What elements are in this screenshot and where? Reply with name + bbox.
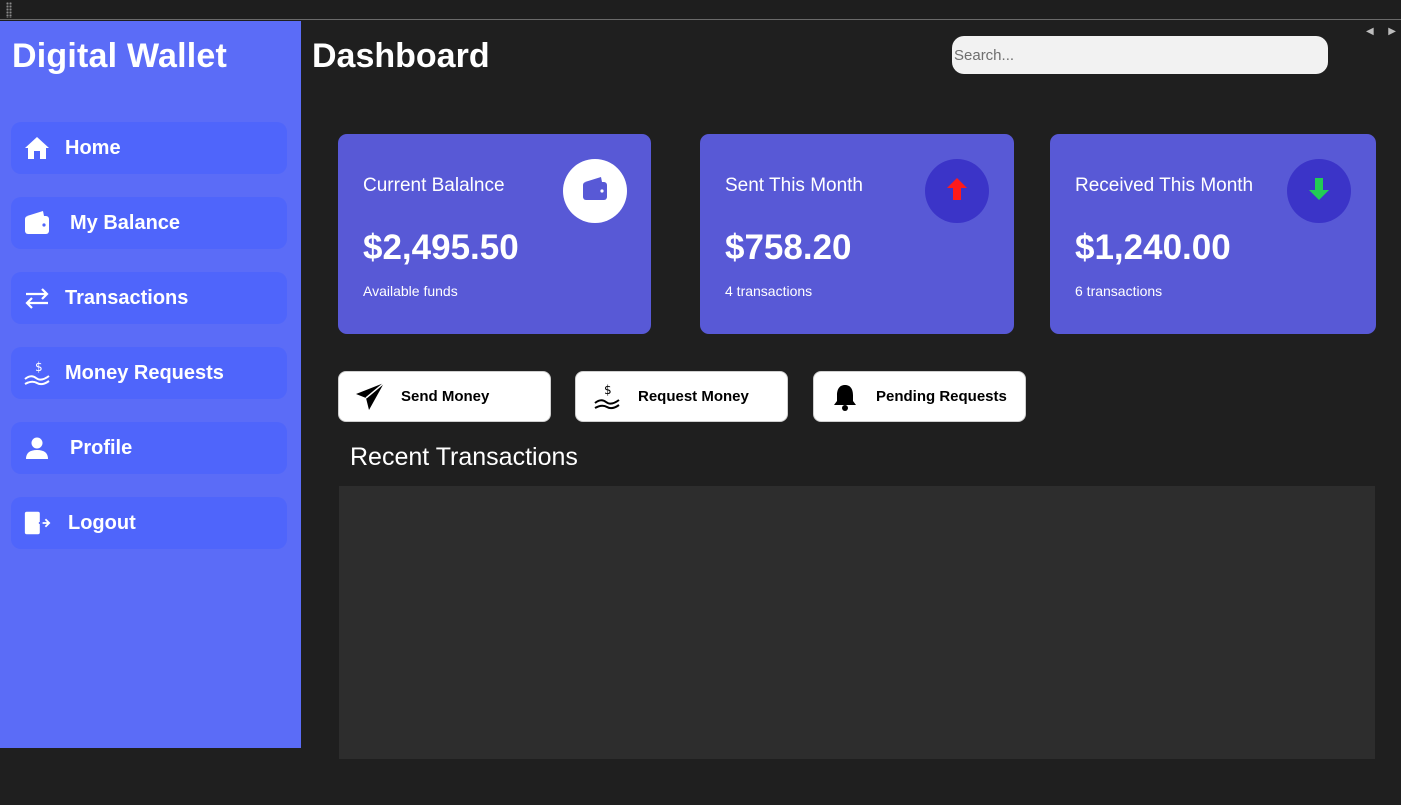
card-value: $758.20: [725, 228, 852, 267]
home-icon: [23, 134, 51, 162]
button-label: Request Money: [638, 388, 749, 405]
sidebar-item-logout[interactable]: Logout: [11, 497, 287, 549]
drag-grip-icon[interactable]: [6, 2, 12, 18]
sidebar-item-label: Logout: [68, 511, 136, 534]
search-input[interactable]: [952, 36, 1328, 74]
recent-transactions-list: [339, 486, 1375, 759]
card-value: $2,495.50: [363, 228, 519, 267]
wallet-icon: [581, 176, 609, 207]
arrow-down-icon: [1308, 176, 1330, 207]
card-label: Received This Month: [1075, 175, 1254, 196]
page-title: Dashboard: [312, 37, 490, 75]
sidebar-item-money-requests[interactable]: $ Money Requests: [11, 347, 287, 399]
sidebar-item-label: Money Requests: [65, 361, 224, 384]
pending-requests-button[interactable]: Pending Requests: [813, 371, 1026, 422]
tab-scroll-arrows: ◀ ▶: [1366, 26, 1396, 38]
send-money-button[interactable]: Send Money: [338, 371, 551, 422]
window-top-strip: [0, 0, 1401, 20]
paper-plane-icon: [353, 380, 387, 414]
card-subtitle: 4 transactions: [725, 283, 813, 299]
chevron-right-icon[interactable]: ▶: [1388, 26, 1396, 38]
sidebar-item-label: Profile: [70, 436, 133, 459]
sent-card: Sent This Month $758.20 4 transactions: [700, 134, 1014, 334]
card-label: Current Balalnce: [363, 175, 505, 196]
button-label: Send Money: [401, 388, 490, 405]
transfer-arrows-icon: [23, 284, 51, 312]
card-badge: [563, 159, 627, 223]
balance-card: Current Balalnce $2,495.50 Available fun…: [338, 134, 651, 334]
card-subtitle: Available funds: [363, 283, 458, 299]
sidebar-item-transactions[interactable]: Transactions: [11, 272, 287, 324]
chevron-left-icon[interactable]: ◀: [1366, 26, 1374, 38]
received-card: Received This Month $1,240.00 6 transact…: [1050, 134, 1376, 334]
card-label: Sent This Month: [725, 175, 864, 196]
card-badge: [925, 159, 989, 223]
request-money-button[interactable]: $ Request Money: [575, 371, 788, 422]
bell-icon: [828, 380, 862, 414]
sidebar-item-profile[interactable]: Profile: [11, 422, 287, 474]
svg-text:$: $: [604, 383, 612, 397]
button-label: Pending Requests: [876, 388, 1007, 405]
sidebar-item-home[interactable]: Home: [11, 122, 287, 174]
arrow-up-icon: [946, 176, 968, 207]
sidebar: Digital Wallet Home My Balance Transacti…: [0, 21, 301, 748]
card-value: $1,240.00: [1075, 228, 1231, 267]
sidebar-item-label: Transactions: [65, 286, 189, 309]
app-title: Digital Wallet: [12, 37, 228, 75]
logout-icon: [23, 509, 51, 537]
hand-dollar-icon: $: [23, 359, 51, 387]
card-subtitle: 6 transactions: [1075, 283, 1163, 299]
wallet-icon: [23, 209, 51, 237]
hand-dollar-icon: $: [590, 380, 624, 414]
sidebar-item-my-balance[interactable]: My Balance: [11, 197, 287, 249]
svg-text:$: $: [35, 360, 43, 374]
sidebar-item-label: Home: [65, 136, 121, 159]
card-badge: [1287, 159, 1351, 223]
recent-transactions-title: Recent Transactions: [350, 443, 578, 471]
user-icon: [23, 434, 51, 462]
sidebar-item-label: My Balance: [70, 211, 181, 234]
